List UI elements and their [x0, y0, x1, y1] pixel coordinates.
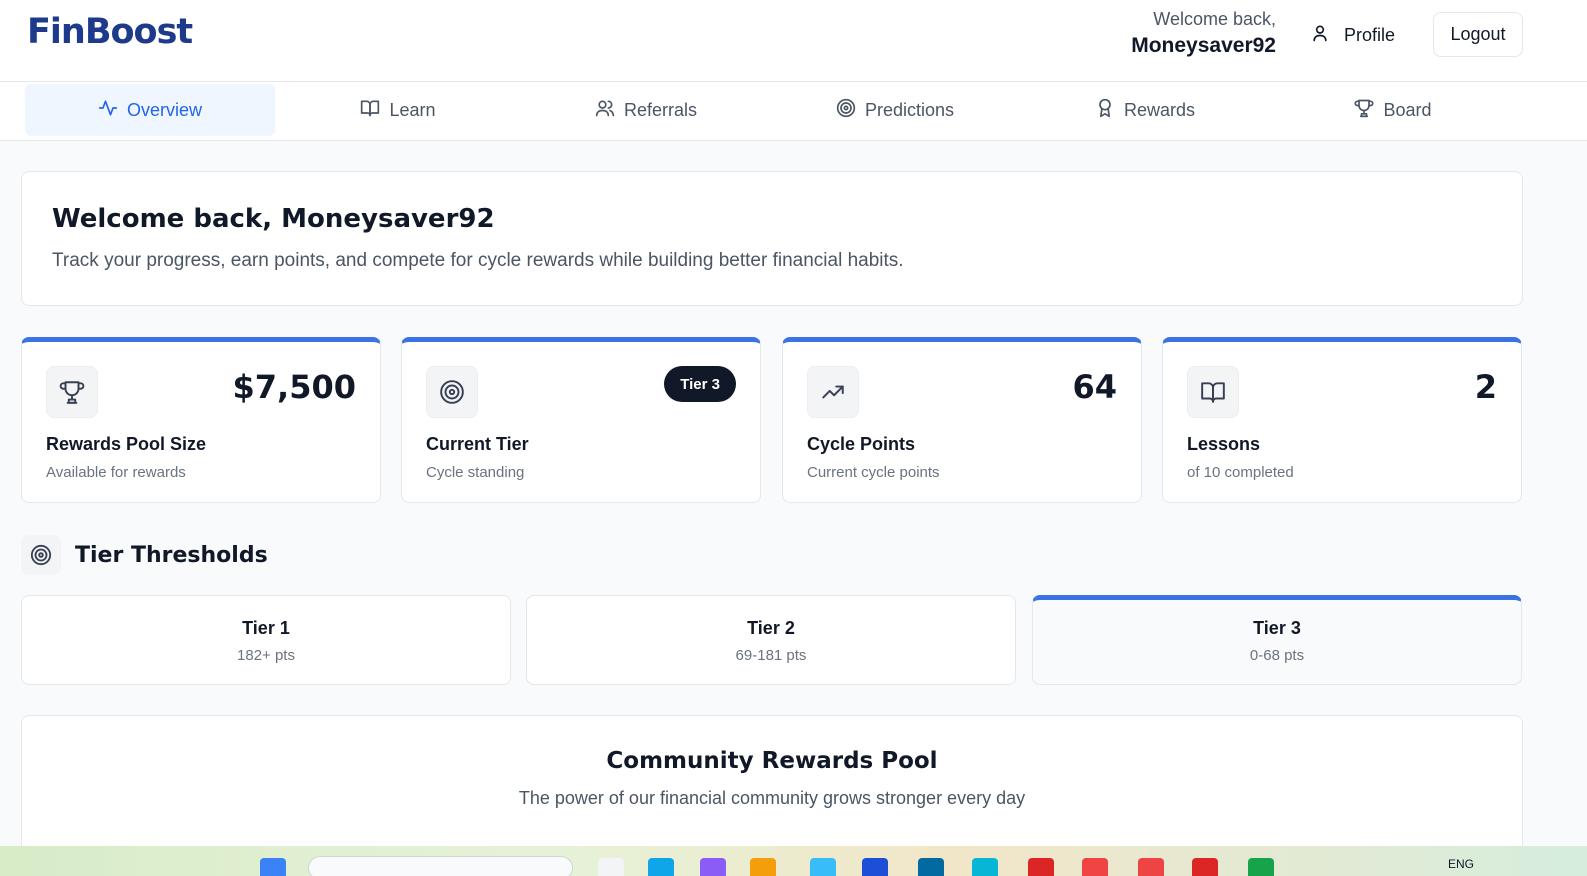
stat-card-current-tier: Tier 3 Current Tier Cycle standing [401, 337, 761, 503]
taskbar-app-icon[interactable] [810, 858, 836, 876]
section-title: Tier Thresholds [75, 542, 268, 568]
pool-subtitle: The power of our financial community gro… [518, 788, 1026, 808]
tab-predictions[interactable]: Predictions [770, 84, 1020, 136]
pool-title: Community Rewards Pool [606, 748, 938, 774]
tier-card-1: Tier 1 182+ pts [21, 595, 511, 685]
stat-value: $7,500 [232, 368, 356, 406]
tab-label: Rewards [1123, 99, 1196, 120]
welcome-subtitle: Track your progress, earn points, and co… [52, 250, 904, 271]
stat-subtitle: of 10 completed [1187, 464, 1294, 481]
award-icon [1095, 98, 1115, 123]
taskbar-app-icon[interactable] [1248, 858, 1274, 876]
tab-label: Overview [126, 99, 202, 120]
language-indicator[interactable]: ENG [1448, 857, 1474, 871]
tier-name: Tier 3 [1253, 618, 1301, 638]
header-welcome: Welcome back, Moneysaver92 [1131, 9, 1276, 58]
taskbar-app-icon[interactable] [972, 858, 998, 876]
tier-name: Tier 2 [747, 618, 795, 638]
tab-overview[interactable]: Overview [25, 84, 275, 136]
tab-referrals[interactable]: Referrals [521, 84, 771, 136]
stat-title: Lessons [1187, 434, 1261, 454]
trending-up-icon [807, 366, 859, 418]
tier-name: Tier 1 [242, 618, 290, 638]
taskbar-app-icon[interactable] [1082, 858, 1108, 876]
tab-board[interactable]: Board [1268, 84, 1518, 136]
tier-range: 69-181 pts [735, 647, 807, 664]
tier-card-3-current: Tier 3 0-68 pts [1032, 595, 1522, 685]
tab-label: Referrals [623, 99, 698, 120]
tier-thresholds-header: Tier Thresholds [21, 535, 268, 575]
taskbar-app-icon[interactable] [598, 858, 624, 876]
finboost-logo[interactable]: FinBoost [27, 12, 193, 52]
tab-label: Board [1383, 99, 1432, 120]
tab-learn[interactable]: Learn [273, 84, 523, 136]
trophy-icon [46, 366, 98, 418]
trophy-icon [1354, 98, 1375, 123]
stat-value: 64 [1072, 368, 1117, 406]
stat-subtitle: Current cycle points [807, 464, 940, 481]
taskbar-app-icon[interactable] [1192, 858, 1218, 876]
stat-title: Cycle Points [807, 434, 916, 454]
start-icon[interactable] [260, 858, 286, 876]
header-username: Moneysaver92 [1131, 34, 1276, 57]
stat-subtitle: Available for rewards [46, 464, 186, 481]
stat-card-cycle-points: 64 Cycle Points Current cycle points [782, 337, 1142, 503]
target-icon [21, 535, 61, 575]
stat-value: 2 [1474, 368, 1497, 406]
welcome-label: Welcome back, [1153, 9, 1276, 29]
tier-card-2: Tier 2 69-181 pts [526, 595, 1016, 685]
target-icon [426, 366, 478, 418]
taskbar-app-icon[interactable] [862, 858, 888, 876]
taskbar-app-icon[interactable] [700, 858, 726, 876]
os-taskbar: ENG [0, 846, 1587, 876]
tier-badge: Tier 3 [664, 366, 736, 402]
taskbar-app-icon[interactable] [1028, 858, 1054, 876]
taskbar-app-icon[interactable] [1138, 858, 1164, 876]
app-header: FinBoost Welcome back, Moneysaver92 Prof… [0, 0, 1587, 82]
tab-rewards[interactable]: Rewards [1020, 84, 1270, 136]
activity-icon [98, 98, 118, 123]
users-icon [595, 98, 615, 123]
tier-range: 182+ pts [237, 647, 295, 664]
welcome-title: Welcome back, Moneysaver92 [52, 204, 495, 234]
taskbar-app-icon[interactable] [648, 858, 674, 876]
target-icon [836, 98, 856, 123]
stat-card-lessons: 2 Lessons of 10 completed [1162, 337, 1522, 503]
profile-button[interactable]: Profile [1310, 20, 1395, 50]
stat-title: Current Tier [426, 434, 529, 454]
stat-title: Rewards Pool Size [46, 434, 207, 454]
taskbar-search[interactable] [308, 856, 573, 876]
user-icon [1310, 23, 1330, 48]
book-open-icon [1187, 366, 1239, 418]
tab-label: Predictions [864, 99, 955, 120]
tab-label: Learn [389, 99, 436, 120]
taskbar-app-icon[interactable] [918, 858, 944, 876]
main-nav: Overview Learn Referrals Predictions Rew… [0, 82, 1587, 141]
stat-card-rewards-pool: $7,500 Rewards Pool Size Available for r… [21, 337, 381, 503]
tier-range: 0-68 pts [1249, 647, 1305, 664]
logout-button[interactable]: Logout [1433, 12, 1523, 57]
welcome-card: Welcome back, Moneysaver92 Track your pr… [21, 171, 1523, 306]
book-open-icon [360, 98, 380, 123]
taskbar-app-icon[interactable] [750, 858, 776, 876]
profile-label: Profile [1344, 24, 1396, 45]
stat-subtitle: Cycle standing [426, 464, 525, 481]
